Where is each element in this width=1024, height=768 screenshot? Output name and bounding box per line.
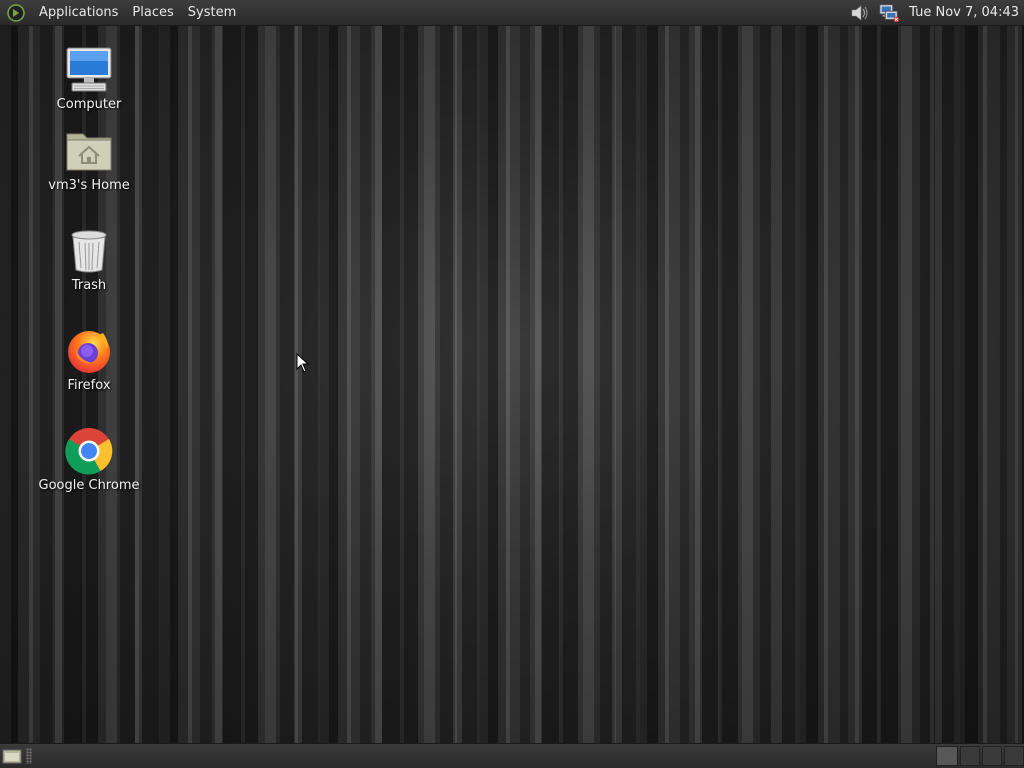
home-folder-icon xyxy=(63,125,115,177)
workspace-4[interactable] xyxy=(1004,746,1024,766)
panel-drag-handle[interactable] xyxy=(26,748,32,764)
top-panel: Applications Places System Tue Nov 7, 04… xyxy=(0,0,1024,26)
mouse-cursor-icon xyxy=(296,352,310,377)
bottom-panel xyxy=(0,743,1024,768)
workspace-switcher[interactable] xyxy=(934,746,1024,766)
system-menu[interactable]: System xyxy=(181,0,243,25)
clock[interactable]: Tue Nov 7, 04:43 xyxy=(909,5,1019,20)
desktop-icon-computer[interactable]: Computer xyxy=(34,44,144,112)
desktop-icon-label: Computer xyxy=(56,97,122,112)
applications-menu[interactable]: Applications xyxy=(32,0,125,25)
desktop-icon-home[interactable]: vm3's Home xyxy=(34,125,144,193)
desktop-icon-label: Trash xyxy=(71,278,107,293)
volume-icon[interactable] xyxy=(849,2,871,24)
trash-icon xyxy=(63,225,115,277)
desktop-icon-label: Google Chrome xyxy=(38,478,140,493)
desktop-icon-label: vm3's Home xyxy=(48,178,130,193)
workspace-3[interactable] xyxy=(982,746,1002,766)
desktop-icon-firefox[interactable]: Firefox xyxy=(34,325,144,393)
places-menu[interactable]: Places xyxy=(125,0,180,25)
show-desktop-button[interactable] xyxy=(2,747,22,765)
mate-logo-icon[interactable] xyxy=(6,3,26,23)
desktop-icon-label: Firefox xyxy=(67,378,111,393)
computer-icon xyxy=(63,44,115,96)
desktop-icon-trash[interactable]: Trash xyxy=(34,225,144,293)
chrome-icon xyxy=(63,425,115,477)
workspace-2[interactable] xyxy=(960,746,980,766)
desktop-icon-chrome[interactable]: Google Chrome xyxy=(34,425,144,493)
firefox-icon xyxy=(63,325,115,377)
network-icon[interactable] xyxy=(878,2,900,24)
panel-tray: Tue Nov 7, 04:43 xyxy=(849,0,1024,25)
workspace-1[interactable] xyxy=(936,746,958,766)
